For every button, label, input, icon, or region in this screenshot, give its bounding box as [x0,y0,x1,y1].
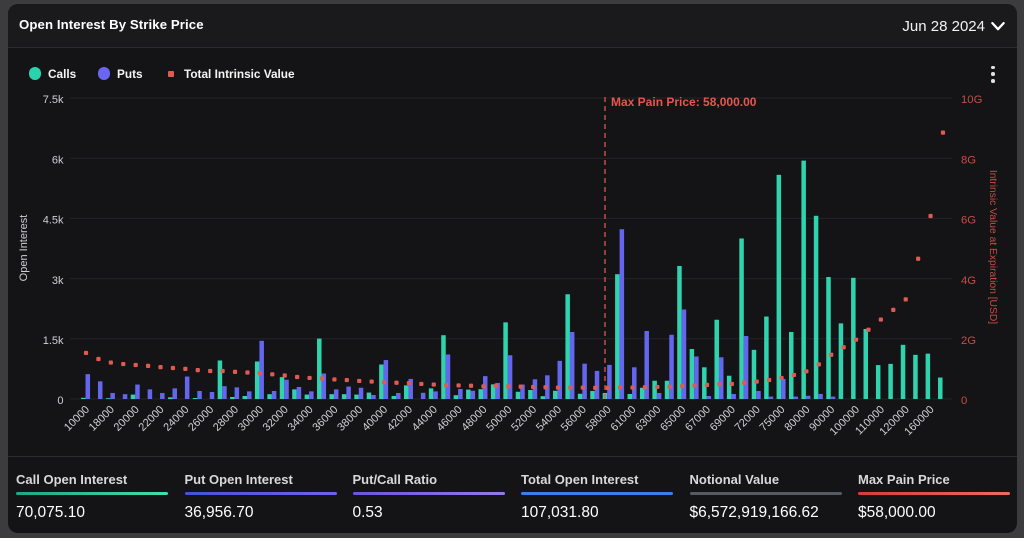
svg-text:75000: 75000 [758,404,788,434]
svg-text:72000: 72000 [733,404,763,434]
svg-text:54000: 54000 [534,404,564,434]
svg-text:63000: 63000 [633,404,663,434]
svg-text:1.5k: 1.5k [43,335,64,347]
svg-text:30000: 30000 [236,404,266,434]
svg-text:2G: 2G [961,335,976,347]
svg-text:44000: 44000 [410,404,440,434]
svg-text:Intrinsic Value at Expiration: Intrinsic Value at Expiration [USD] [987,170,998,324]
svg-text:24000: 24000 [161,404,191,434]
svg-text:10G: 10G [961,94,982,106]
svg-text:36000: 36000 [310,404,340,434]
svg-text:6G: 6G [961,215,976,227]
svg-text:0: 0 [57,395,63,407]
svg-text:56000: 56000 [559,404,589,434]
svg-text:32000: 32000 [261,404,291,434]
svg-text:58000: 58000 [584,404,614,434]
svg-text:42000: 42000 [385,404,415,434]
svg-text:4.5k: 4.5k [43,215,64,227]
svg-text:8G: 8G [961,154,976,166]
svg-text:80000: 80000 [782,404,812,434]
svg-text:3k: 3k [52,275,64,287]
svg-text:46000: 46000 [435,404,465,434]
svg-text:0: 0 [961,395,967,407]
svg-text:6k: 6k [52,154,64,166]
svg-text:65000: 65000 [658,404,688,434]
svg-text:48000: 48000 [459,404,489,434]
svg-text:20000: 20000 [112,404,142,434]
svg-text:Max Pain Price: 58,000.00: Max Pain Price: 58,000.00 [611,95,757,109]
svg-text:28000: 28000 [211,404,241,434]
svg-text:4G: 4G [961,275,976,287]
svg-text:69000: 69000 [708,404,738,434]
svg-text:18000: 18000 [87,404,117,434]
svg-text:7.5k: 7.5k [43,94,64,106]
svg-text:34000: 34000 [286,404,316,434]
svg-text:10000: 10000 [62,404,92,434]
svg-text:40000: 40000 [360,404,390,434]
svg-text:26000: 26000 [186,404,216,434]
svg-text:67000: 67000 [683,404,713,434]
svg-text:22000: 22000 [137,404,167,434]
svg-text:61000: 61000 [609,404,639,434]
svg-text:50000: 50000 [484,404,514,434]
svg-text:38000: 38000 [335,404,365,434]
svg-text:52000: 52000 [509,404,539,434]
svg-text:Open Interest: Open Interest [18,215,30,282]
